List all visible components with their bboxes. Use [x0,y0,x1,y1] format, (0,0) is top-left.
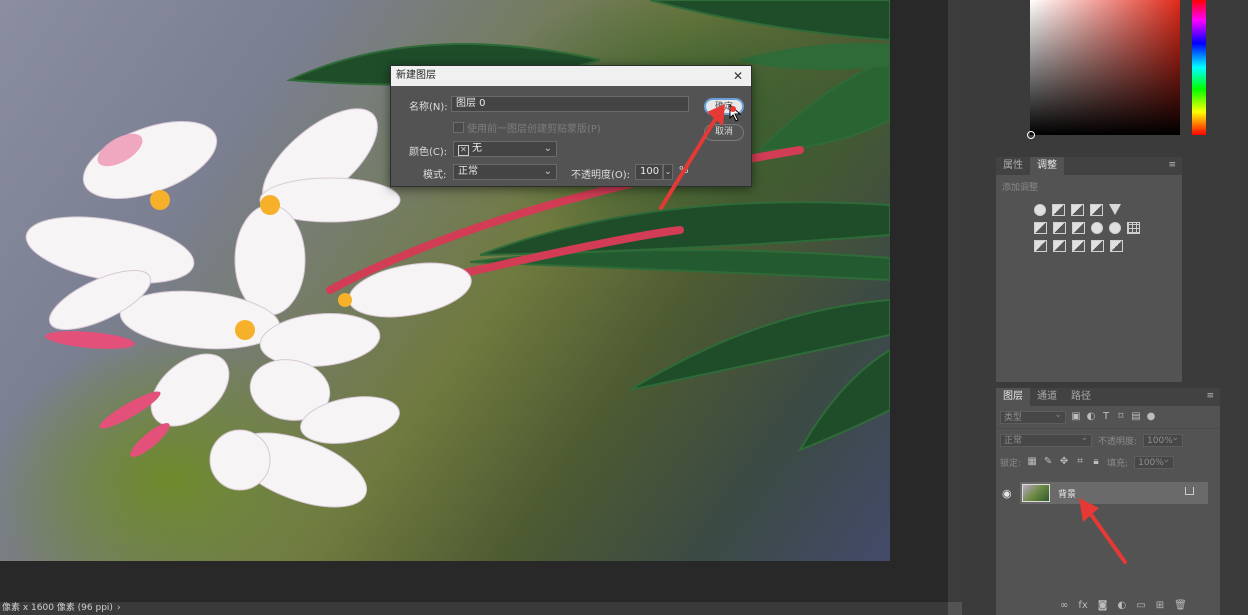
new-fill-adjustment-icon[interactable]: ◐ [1118,600,1127,611]
layer-opacity-input[interactable]: 100% [1143,432,1184,447]
channel-mixer-icon[interactable] [1109,222,1121,234]
color-panel [996,0,1206,150]
layer-style-icon[interactable]: fx [1078,600,1087,611]
status-menu-chevron-icon[interactable]: › [117,603,121,613]
layer-name-input[interactable]: 图层 0 [451,96,689,112]
blend-mode-value: 正常 [1004,435,1023,446]
chevron-down-icon: ⌄ [543,143,552,154]
layer-filter-placeholder: 类型 [1004,412,1023,423]
annotation-arrow-ok [659,104,725,210]
new-layer-icon[interactable]: ⊞ [1156,600,1164,611]
tab-layers[interactable]: 图层 [996,388,1030,406]
filter-toggle-icon[interactable]: ● [1146,412,1156,422]
mode-label: 模式: [423,170,447,181]
lock-all-icon[interactable]: 🔒︎ [1091,457,1101,467]
adjustment-row-3 [1034,240,1182,252]
no-color-icon: ✕ [458,145,469,156]
document-size-text: 像素 x 1600 像素 (96 ppi) [2,603,113,613]
name-label: 名称(N): [409,102,448,113]
invert-icon[interactable] [1034,240,1047,252]
dialog-title-bar[interactable]: 新建图层 ✕ [391,66,751,86]
link-layers-icon[interactable]: ∞ [1060,600,1068,611]
filter-shape-icon[interactable]: ⌑ [1116,412,1126,422]
lock-image-icon[interactable]: ✎ [1043,457,1053,467]
mode-value: 正常 [458,166,478,177]
blend-opacity-row: 正常 不透明度: 100% [996,429,1220,451]
adjustments-panel: 属性 调整 ≡ 添加调整 [996,157,1182,382]
lock-position-icon[interactable]: ✥ [1059,457,1069,467]
clip-mask-checkbox[interactable] [453,122,464,133]
mode-select[interactable]: 正常 ⌄ [453,164,557,180]
visibility-eye-icon[interactable]: ◉ [1002,487,1012,500]
lock-label: 锁定: [1000,458,1022,469]
canvas-scroll-strip[interactable] [948,0,962,602]
fill-value: 100% [1138,457,1164,468]
gradient-map-icon[interactable] [1110,240,1123,252]
layer-filter-row: 类型 ▣ ◐ T ⌑ ▤ ● [996,406,1220,429]
tab-adjustments[interactable]: 调整 [1030,157,1064,175]
adjustments-tabs: 属性 调整 ≡ [996,157,1182,175]
add-mask-icon[interactable]: ◙ [1098,600,1108,611]
tab-paths[interactable]: 路径 [1064,388,1098,406]
filter-adjustment-icon[interactable]: ◐ [1086,412,1096,422]
color-value: 无 [472,143,482,154]
color-picker-field[interactable] [1030,0,1180,135]
layer-filter-kind-select[interactable]: 类型 [1000,409,1066,424]
opacity-label: 不透明度(O): [571,170,631,181]
levels-icon[interactable] [1052,204,1065,216]
adjustment-row-2 [1034,222,1182,234]
add-adjustment-hint: 添加调整 [1002,183,1039,193]
lock-fill-row: 锁定: ▦ ✎ ✥ ⌗ 🔒︎ 填充: 100% [996,451,1220,473]
layer-opacity-value: 100% [1147,435,1173,446]
color-balance-icon[interactable] [1053,222,1066,234]
status-bar: 像素 x 1600 像素 (96 ppi) › [0,602,948,615]
fill-input[interactable]: 100% [1134,454,1175,469]
curves-icon[interactable] [1071,204,1084,216]
layers-tabs: 图层 通道 路径 ≡ [996,388,1220,406]
posterize-icon[interactable] [1053,240,1066,252]
black-white-icon[interactable] [1072,222,1085,234]
layer-thumbnail[interactable] [1022,484,1050,502]
layers-panel-menu-icon[interactable]: ≡ [1206,391,1214,401]
dialog-title: 新建图层 [396,70,436,81]
layer-opacity-label: 不透明度: [1098,436,1138,447]
brightness-contrast-icon[interactable] [1034,204,1046,216]
exposure-icon[interactable] [1090,204,1103,216]
chevron-down-icon: ⌄ [543,166,552,177]
hue-slider[interactable] [1192,0,1206,135]
blend-mode-select[interactable]: 正常 [1000,432,1092,447]
threshold-icon[interactable] [1072,240,1085,252]
tab-properties[interactable]: 属性 [996,157,1030,175]
color-label: 颜色(C): [409,147,448,158]
color-lookup-icon[interactable] [1127,222,1140,234]
color-picker-handle[interactable] [1027,131,1035,139]
layer-name[interactable]: 背景 [1058,487,1076,500]
filter-type-icon[interactable]: T [1101,412,1111,422]
clip-mask-label: 使用前一图层创建剪贴蒙版(P) [467,124,601,135]
vibrance-icon[interactable] [1109,204,1121,215]
layers-footer: ∞ fx ◙ ◐ ▭ ⊞ 🗑︎ [1060,600,1187,611]
new-group-icon[interactable]: ▭ [1136,600,1145,611]
panel-menu-icon[interactable]: ≡ [1168,160,1176,170]
lock-artboard-icon[interactable]: ⌗ [1075,457,1085,467]
color-select[interactable]: ✕ 无 ⌄ [453,141,557,157]
annotation-arrow-layer [1079,498,1127,564]
selective-color-icon[interactable] [1091,240,1104,252]
layer-lock-icon[interactable] [1185,487,1194,495]
close-icon[interactable]: ✕ [733,66,743,86]
adjustment-row-1 [1034,204,1182,216]
photo-filter-icon[interactable] [1091,222,1103,234]
filter-smart-object-icon[interactable]: ▤ [1131,412,1141,422]
lock-transparent-icon[interactable]: ▦ [1027,457,1037,467]
delete-layer-icon[interactable]: 🗑︎ [1174,600,1187,611]
filter-pixel-icon[interactable]: ▣ [1071,412,1081,422]
hue-saturation-icon[interactable] [1034,222,1047,234]
fill-label: 填充: [1107,458,1129,469]
tab-channels[interactable]: 通道 [1030,388,1064,406]
